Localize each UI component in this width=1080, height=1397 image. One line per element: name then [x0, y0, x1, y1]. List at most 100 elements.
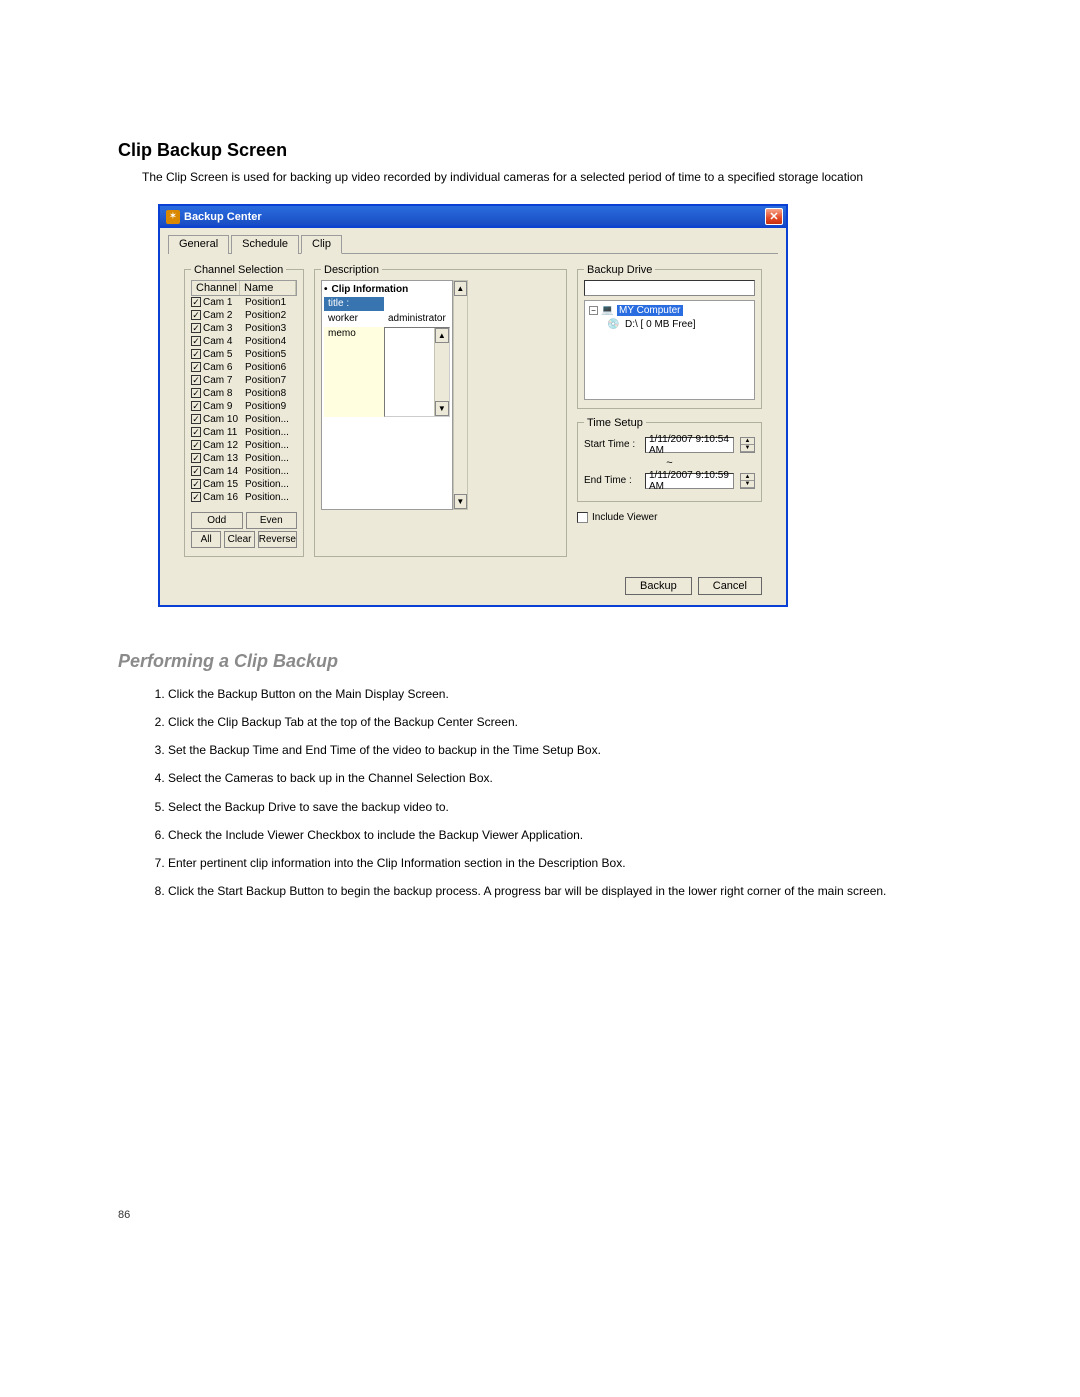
channel-name: Position8: [245, 388, 297, 399]
window-title: Backup Center: [184, 211, 765, 223]
time-range-tilde: ~: [584, 457, 755, 469]
cancel-button[interactable]: Cancel: [698, 577, 762, 595]
reverse-button[interactable]: Reverse: [258, 531, 297, 548]
memo-scrollbar[interactable]: ▲ ▼: [434, 328, 449, 416]
channel-checkbox[interactable]: ✓: [191, 492, 201, 502]
tab-schedule[interactable]: Schedule: [231, 235, 299, 254]
channel-id: Cam 7: [203, 375, 245, 386]
scroll-up-icon[interactable]: ▲: [454, 281, 467, 296]
channel-row[interactable]: ✓Cam 7Position7: [191, 374, 297, 387]
channel-checkbox[interactable]: ✓: [191, 466, 201, 476]
memo-textarea[interactable]: ▲ ▼: [384, 327, 450, 417]
step-item: Enter pertinent clip information into th…: [168, 855, 962, 871]
channel-checkbox[interactable]: ✓: [191, 349, 201, 359]
channel-id: Cam 10: [203, 414, 245, 425]
end-time-spinner[interactable]: ▲▼: [740, 473, 755, 489]
tree-collapse-icon[interactable]: −: [589, 306, 598, 315]
channel-id: Cam 16: [203, 492, 245, 503]
channel-row[interactable]: ✓Cam 6Position6: [191, 361, 297, 374]
channel-checkbox[interactable]: ✓: [191, 440, 201, 450]
chevron-down-icon[interactable]: ▼: [741, 481, 754, 488]
scroll-up-icon[interactable]: ▲: [435, 328, 449, 343]
channel-name: Position5: [245, 349, 297, 360]
channel-id: Cam 15: [203, 479, 245, 490]
all-button[interactable]: All: [191, 531, 221, 548]
drive-tree[interactable]: − 💻 MY Computer 💿 D:\ [ 0 MB Free]: [584, 300, 755, 400]
memo-label: memo: [324, 327, 384, 417]
tab-clip[interactable]: Clip: [301, 235, 342, 254]
channel-id: Cam 9: [203, 401, 245, 412]
channel-row[interactable]: ✓Cam 5Position5: [191, 348, 297, 361]
step-item: Click the Start Backup Button to begin t…: [168, 883, 962, 899]
channel-name: Position3: [245, 323, 297, 334]
scroll-down-icon[interactable]: ▼: [454, 494, 467, 509]
description-scrollbar[interactable]: ▲ ▼: [453, 280, 468, 510]
channel-checkbox[interactable]: ✓: [191, 401, 201, 411]
drive-path-input[interactable]: [584, 280, 755, 296]
step-item: Click the Backup Button on the Main Disp…: [168, 686, 962, 702]
titlebar[interactable]: ✶ Backup Center ✕: [160, 206, 786, 228]
channel-checkbox[interactable]: ✓: [191, 336, 201, 346]
start-time-input[interactable]: 1/11/2007 9:10:54 AM: [645, 437, 734, 453]
include-viewer-checkbox[interactable]: [577, 512, 588, 523]
channel-checkbox[interactable]: ✓: [191, 375, 201, 385]
odd-button[interactable]: Odd: [191, 512, 243, 529]
clear-button[interactable]: Clear: [224, 531, 254, 548]
channel-checkbox[interactable]: ✓: [191, 297, 201, 307]
channel-name: Position...: [245, 414, 297, 425]
channel-table-header: Channel Name: [191, 280, 297, 296]
scroll-down-icon[interactable]: ▼: [435, 401, 449, 416]
channel-row[interactable]: ✓Cam 4Position4: [191, 335, 297, 348]
close-icon[interactable]: ✕: [765, 208, 783, 225]
step-item: Select the Cameras to back up in the Cha…: [168, 770, 962, 786]
channel-name: Position...: [245, 492, 297, 503]
channel-row[interactable]: ✓Cam 14Position...: [191, 465, 297, 478]
title-input[interactable]: [384, 297, 450, 311]
channel-checkbox[interactable]: ✓: [191, 388, 201, 398]
chevron-up-icon[interactable]: ▲: [741, 438, 754, 445]
section-heading: Clip Backup Screen: [118, 140, 962, 161]
step-item: Select the Backup Drive to save the back…: [168, 799, 962, 815]
even-button[interactable]: Even: [246, 512, 298, 529]
channel-checkbox[interactable]: ✓: [191, 414, 201, 424]
channel-checkbox[interactable]: ✓: [191, 453, 201, 463]
end-time-label: End Time :: [584, 475, 639, 486]
channel-row[interactable]: ✓Cam 16Position...: [191, 491, 297, 504]
chevron-up-icon[interactable]: ▲: [741, 474, 754, 481]
tree-drive-d[interactable]: D:\ [ 0 MB Free]: [623, 319, 698, 330]
description-group: Description Clip Information title : wor…: [314, 264, 567, 557]
start-time-spinner[interactable]: ▲▼: [740, 437, 755, 453]
channel-name: Position4: [245, 336, 297, 347]
intro-paragraph: The Clip Screen is used for backing up v…: [142, 169, 962, 186]
step-item: Check the Include Viewer Checkbox to inc…: [168, 827, 962, 843]
page-number: 86: [118, 1209, 962, 1221]
end-time-input[interactable]: 1/11/2007 9:10:59 AM: [645, 473, 734, 489]
channel-row[interactable]: ✓Cam 8Position8: [191, 387, 297, 400]
channel-row[interactable]: ✓Cam 13Position...: [191, 452, 297, 465]
channel-id: Cam 14: [203, 466, 245, 477]
channel-checkbox[interactable]: ✓: [191, 323, 201, 333]
chevron-down-icon[interactable]: ▼: [741, 445, 754, 452]
channel-row[interactable]: ✓Cam 2Position2: [191, 309, 297, 322]
channel-row[interactable]: ✓Cam 3Position3: [191, 322, 297, 335]
channel-checkbox[interactable]: ✓: [191, 310, 201, 320]
channel-row[interactable]: ✓Cam 15Position...: [191, 478, 297, 491]
channel-name: Position6: [245, 362, 297, 373]
channel-checkbox[interactable]: ✓: [191, 362, 201, 372]
channel-row[interactable]: ✓Cam 10Position...: [191, 413, 297, 426]
tree-root[interactable]: MY Computer: [617, 305, 683, 316]
channel-row[interactable]: ✓Cam 11Position...: [191, 426, 297, 439]
channel-row[interactable]: ✓Cam 1Position1: [191, 296, 297, 309]
title-row[interactable]: title :: [324, 297, 450, 312]
subsection-heading: Performing a Clip Backup: [118, 651, 962, 672]
clip-information-header: Clip Information: [324, 284, 450, 295]
channel-checkbox[interactable]: ✓: [191, 479, 201, 489]
tab-general[interactable]: General: [168, 235, 229, 254]
channel-row[interactable]: ✓Cam 12Position...: [191, 439, 297, 452]
backup-button[interactable]: Backup: [625, 577, 692, 595]
channel-checkbox[interactable]: ✓: [191, 427, 201, 437]
computer-icon: 💻: [601, 305, 614, 316]
time-setup-group: Time Setup Start Time : 1/11/2007 9:10:5…: [577, 417, 762, 502]
channel-row[interactable]: ✓Cam 9Position9: [191, 400, 297, 413]
step-item: Click the Clip Backup Tab at the top of …: [168, 714, 962, 730]
